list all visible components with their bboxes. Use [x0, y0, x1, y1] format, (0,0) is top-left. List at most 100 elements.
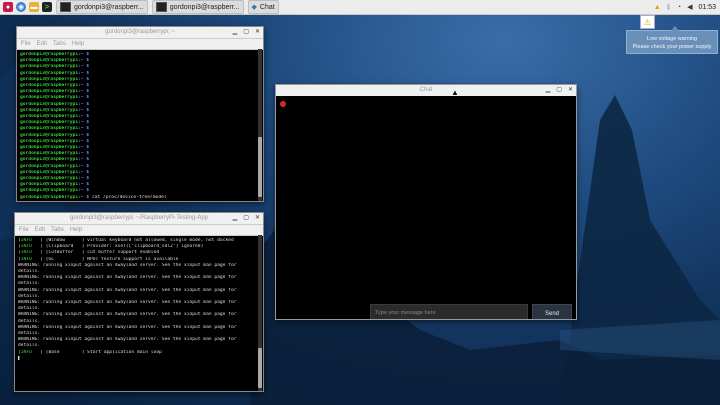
window-title: gordonpi3@raspberrypi: ~/RaspberryPi-Tes…: [70, 215, 208, 221]
prompt-user: gordonpi3@raspberrypi: [20, 169, 79, 175]
prompt-path: :~ $: [78, 83, 90, 89]
scrollbar-thumb[interactable]: [258, 137, 262, 197]
task-label: gordonpi3@raspberr...: [169, 3, 240, 11]
log-message: ] [Clipboard ] Provider: xsel(['clipboar…: [31, 244, 204, 250]
taskbar-task-terminal-1[interactable]: gordonpi3@raspberr...: [56, 0, 148, 14]
prompt-path: :~ $: [78, 114, 90, 120]
prompt-user: gordonpi3@raspberrypi: [20, 52, 79, 57]
prompt-user: gordonpi3@raspberrypi: [20, 120, 79, 126]
scrollbar-thumb[interactable]: [258, 348, 262, 388]
prompt-user: gordonpi3@raspberrypi: [20, 157, 79, 163]
maximize-button[interactable]: ▢: [556, 85, 562, 96]
prompt-path: :~ $: [78, 52, 90, 57]
menu-help[interactable]: Help: [72, 39, 84, 49]
prompt-user: gordonpi3@raspberrypi: [20, 163, 79, 169]
terminal-output[interactable]: gordonpi3@raspberrypi:~ $ gordonpi3@raspb…: [17, 50, 263, 202]
prompt-path: :~ $: [78, 145, 90, 151]
warning-icon[interactable]: ▲: [654, 4, 661, 11]
browser-icon[interactable]: ◉: [16, 2, 26, 12]
warning-line: WARNING: running xinput against an Xwayl…: [18, 287, 237, 293]
terminal-task-icon: [60, 2, 71, 12]
menu-edit[interactable]: Edit: [35, 225, 45, 235]
log-message: ] [Window ] virtual keyboard not allowed…: [31, 238, 234, 243]
log-level: INFO: [20, 256, 32, 262]
menu-edit[interactable]: Edit: [37, 39, 47, 49]
python-icon: ◆: [251, 4, 257, 11]
terminal-output[interactable]: [INFO ] [Window ] virtual keyboard not a…: [15, 236, 263, 364]
command-text: cat /proc/device-tr: [186, 201, 242, 202]
maximize-button[interactable]: ▢: [243, 27, 249, 38]
prompt-path: :~ $: [78, 132, 90, 138]
log-level: INFO: [20, 250, 32, 256]
warning-line: WARNING: running xinput against an Xwayl…: [18, 312, 237, 318]
menu-tabs[interactable]: Tabs: [51, 225, 64, 235]
clock[interactable]: 01:53: [698, 4, 716, 11]
menubar: File Edit Tabs Help: [17, 39, 263, 50]
prompt-path: :~ $: [78, 101, 90, 107]
system-tray: ▲ ᛒ ◔ ◀ 01:53: [654, 0, 716, 14]
close-button[interactable]: ✕: [255, 213, 260, 224]
taskbar-task-chat[interactable]: ◆ Chat: [247, 0, 279, 14]
window-title: Chat: [419, 87, 433, 93]
menu-file[interactable]: File: [19, 225, 29, 235]
prompt-user: gordonpi3@raspberrypi: [20, 132, 79, 138]
window-controls: ▁ ▢ ✕: [233, 27, 260, 38]
terminal-line: Raspberry Pi 3 Model B Plus Rev 1.3gordo…: [20, 201, 260, 202]
minimize-button[interactable]: ▁: [233, 213, 238, 224]
low-voltage-tooltip: Low voltage warning Please check your po…: [626, 26, 718, 54]
warning-line: WARNING: running xinput against an Xwayl…: [18, 300, 237, 306]
warning-line: WARNING: running xinput against an Xwayl…: [18, 324, 237, 330]
tooltip-title: Low voltage warning: [646, 36, 698, 42]
send-button[interactable]: Send: [532, 304, 572, 319]
prompt-path: :~ $: [78, 126, 90, 132]
prompt-path: :~ $: [78, 163, 90, 169]
minimize-button[interactable]: ▁: [546, 85, 551, 96]
maximize-button[interactable]: ▢: [243, 213, 249, 224]
close-button[interactable]: ✕: [568, 85, 573, 96]
prompt-user: gordonpi3@raspberrypi: [20, 151, 79, 157]
minimize-button[interactable]: ▁: [233, 27, 238, 38]
menu-file[interactable]: File: [21, 39, 31, 49]
menu-help[interactable]: Help: [70, 225, 82, 235]
prompt-path: :~ $: [78, 194, 90, 200]
window-controls: ▁ ▢ ✕: [233, 213, 260, 224]
raspberry-menu-icon[interactable]: ●: [3, 2, 13, 12]
terminal-window-1: gordonpi3@raspberrypi: ~ ▁ ▢ ✕ File Edit…: [16, 26, 264, 202]
prompt-path: :~ $: [78, 157, 90, 163]
prompt-user: gordonpi3@raspberrypi: [20, 114, 79, 120]
volume-icon[interactable]: ◀: [687, 3, 692, 11]
chat-message-area: Type your message here Send: [276, 96, 576, 319]
warning-line: WARNING: running xinput against an Xwayl…: [18, 275, 237, 281]
file-manager-icon[interactable]: ▬: [29, 2, 39, 12]
prompt-user: gordonpi3@raspberrypi: [20, 89, 79, 95]
close-button[interactable]: ✕: [255, 27, 260, 38]
prompt-user: gordonpi3@raspberrypi: [20, 70, 79, 76]
terminal-icon[interactable]: >: [42, 2, 52, 12]
prompt-user: gordonpi3@raspberrypi: [20, 107, 79, 113]
message-input[interactable]: Type your message here: [370, 304, 528, 319]
log-message: ] [CutBuffer ] cut buffer support enable…: [31, 250, 160, 256]
prompt-path: :~ $: [78, 151, 90, 157]
taskbar-task-terminal-2[interactable]: gordonpi3@raspberr...: [151, 0, 244, 14]
log-level: INFO: [20, 349, 32, 355]
window-titlebar[interactable]: gordonpi3@raspberrypi: ~ ▁ ▢ ✕: [17, 27, 263, 39]
prompt-path: :~ $: [175, 201, 186, 202]
tooltip-message: Please check your power supply: [632, 44, 712, 50]
prompt-user: gordonpi3@raspberrypi: [20, 194, 79, 200]
taskbar: ● ◉ ▬ > gordonpi3@raspberr... gordonpi3@…: [0, 0, 720, 15]
terminal-cursor: ▌: [18, 355, 21, 361]
window-controls: ▁ ▢ ✕: [546, 85, 573, 96]
chat-window: Chat ▁ ▢ ✕ Type your message here Send: [275, 84, 577, 320]
prompt-path: :~ $: [78, 76, 90, 82]
prompt-user: gordonpi3@raspberrypi: [20, 182, 79, 188]
bluetooth-icon[interactable]: ᛒ: [667, 4, 671, 11]
log-level: INFO: [20, 238, 32, 243]
prompt-path: :~ $: [78, 58, 90, 64]
prompt-path: :~ $: [78, 95, 90, 101]
wifi-icon[interactable]: ◔: [677, 4, 681, 11]
output-text: Raspberry Pi 3 Model B Plus Rev 1.3: [20, 201, 117, 202]
window-titlebar[interactable]: gordonpi3@raspberrypi: ~/RaspberryPi-Tes…: [15, 213, 263, 225]
menu-tabs[interactable]: Tabs: [53, 39, 66, 49]
prompt-path: :~ $: [78, 169, 90, 175]
prompt-path: :~ $: [78, 188, 90, 194]
